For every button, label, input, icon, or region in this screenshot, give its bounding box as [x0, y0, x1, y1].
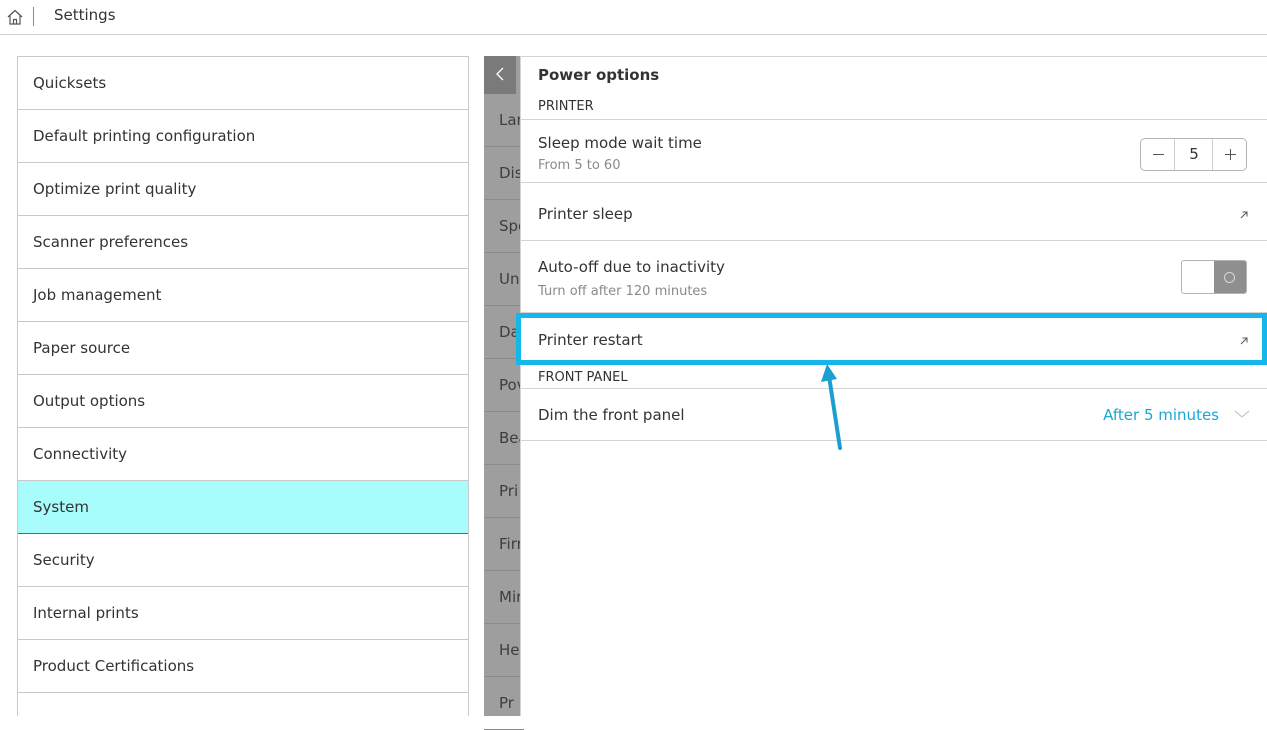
chevron-left-icon — [496, 67, 504, 81]
auto-off-description: Turn off after 120 minutes — [538, 284, 708, 299]
home-icon[interactable] — [6, 8, 24, 26]
open-arrow-icon — [1240, 211, 1248, 219]
submenu-item[interactable]: Pov — [484, 359, 524, 412]
submenu-item[interactable]: Lar — [484, 94, 524, 147]
increment-button[interactable] — [1212, 139, 1246, 170]
sleep-mode-stepper: 5 — [1140, 138, 1247, 171]
panel-title: Power options — [538, 66, 660, 84]
system-submenu: Lar Dis Spe Uni Da Pov Bea Pri Firr Mir … — [484, 56, 524, 730]
auto-off-row: Auto-off due to inactivity Turn off afte… — [521, 240, 1267, 312]
submenu-item[interactable]: Dis — [484, 147, 524, 200]
power-options-panel: Power options PRINTER Sleep mode wait ti… — [520, 56, 1267, 716]
toggle-knob — [1214, 261, 1246, 293]
auto-off-label: Auto-off due to inactivity — [538, 258, 725, 276]
header-divider — [33, 7, 34, 26]
printer-sleep-label: Printer sleep — [538, 205, 633, 223]
submenu-item[interactable]: Pr — [484, 677, 524, 730]
chevron-down-icon — [1234, 410, 1250, 418]
printer-sleep-row[interactable]: Printer sleep — [521, 182, 1267, 240]
auto-off-toggle[interactable] — [1181, 260, 1247, 294]
sleep-mode-wait-time-label: Sleep mode wait time — [538, 134, 702, 152]
stepper-value[interactable]: 5 — [1175, 139, 1213, 170]
top-bar: Settings — [0, 0, 1267, 35]
submenu-item[interactable]: Spe — [484, 200, 524, 253]
sleep-mode-wait-time-row: Sleep mode wait time From 5 to 60 5 — [521, 119, 1267, 182]
highlight-box — [516, 313, 1267, 365]
menu-item-paper-source[interactable]: Paper source — [18, 322, 468, 375]
menu-item-job-management[interactable]: Job management — [18, 269, 468, 322]
menu-item-internal-prints[interactable]: Internal prints — [18, 587, 468, 640]
menu-item-system[interactable]: System — [18, 481, 468, 534]
section-label-printer: PRINTER — [538, 99, 594, 114]
sleep-mode-range-hint: From 5 to 60 — [538, 158, 621, 173]
submenu-item[interactable]: Pri — [484, 465, 524, 518]
settings-category-list: Quicksets Default printing configuration… — [17, 56, 469, 716]
menu-item-security[interactable]: Security — [18, 534, 468, 587]
submenu-item[interactable]: Mir — [484, 571, 524, 624]
decrement-button[interactable] — [1141, 139, 1175, 170]
page-title: Settings — [54, 6, 116, 24]
menu-item-product-certifications[interactable]: Product Certifications — [18, 640, 468, 693]
menu-item-optimize-print-quality[interactable]: Optimize print quality — [18, 163, 468, 216]
dim-front-panel-row[interactable]: Dim the front panel After 5 minutes — [521, 388, 1267, 441]
annotation-arrow-icon — [821, 364, 842, 450]
menu-item-output-options[interactable]: Output options — [18, 375, 468, 428]
off-indicator-icon — [1224, 272, 1235, 283]
menu-item-default-printing-configuration[interactable]: Default printing configuration — [18, 110, 468, 163]
submenu-item[interactable]: Uni — [484, 253, 524, 306]
menu-item-connectivity[interactable]: Connectivity — [18, 428, 468, 481]
dim-front-panel-label: Dim the front panel — [538, 406, 685, 424]
menu-item-quicksets[interactable]: Quicksets — [18, 57, 468, 110]
submenu-item[interactable]: Firr — [484, 518, 524, 571]
section-label-front-panel: FRONT PANEL — [538, 370, 628, 385]
submenu-item[interactable]: Hei — [484, 624, 524, 677]
back-button[interactable] — [484, 56, 516, 94]
dim-front-panel-select[interactable]: After 5 minutes — [1103, 406, 1219, 424]
menu-item-scanner-preferences[interactable]: Scanner preferences — [18, 216, 468, 269]
submenu-item[interactable]: Bea — [484, 412, 524, 465]
